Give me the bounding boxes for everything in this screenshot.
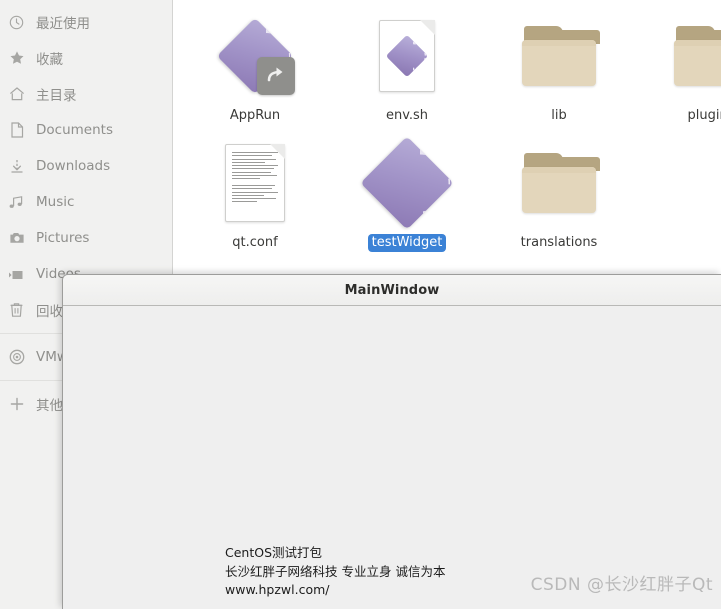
camera-icon [8, 230, 25, 247]
sidebar-item-label: Documents [36, 122, 113, 138]
main-window[interactable]: MainWindow CentOS测试打包 长沙红胖子网络科技 专业立身 诚信为… [62, 274, 721, 609]
sidebar-item-label: Downloads [36, 158, 111, 174]
env-sh-icon [331, 8, 483, 104]
content-line: www.hpzwl.com/ [225, 582, 330, 597]
page-fold [420, 20, 435, 35]
apprun-icon [179, 8, 331, 104]
window-titlebar[interactable]: MainWindow [63, 275, 721, 306]
home-icon [8, 86, 25, 103]
gear-glyph [412, 36, 427, 76]
text-lines [232, 152, 278, 214]
window-title: MainWindow [344, 282, 440, 298]
folder-icon [483, 8, 635, 104]
file-item-label: env.sh [385, 108, 429, 123]
document-icon [8, 122, 25, 139]
sidebar-item-pictures[interactable]: Pictures [0, 220, 172, 256]
sidebar-item-recent[interactable]: 最近使用 [0, 4, 172, 40]
download-icon [8, 158, 25, 175]
file-item-label: testWidget [367, 234, 447, 252]
file-item-plugins[interactable]: plugins [635, 8, 721, 125]
clock-icon [8, 14, 25, 31]
file-item-env-sh[interactable]: env.sh [331, 8, 483, 125]
sidebar-item-music[interactable]: Music [0, 184, 172, 220]
content-line: CentOS测试打包 [225, 545, 323, 560]
folder-icon [483, 135, 635, 231]
file-item-testwidget[interactable]: testWidget [331, 135, 483, 252]
symlink-badge-icon [257, 57, 295, 95]
sidebar-item-downloads[interactable]: Downloads [0, 148, 172, 184]
file-item-apprun[interactable]: AppRun [179, 8, 331, 125]
music-icon [8, 194, 25, 211]
plus-icon [8, 396, 25, 413]
file-item-label: translations [520, 235, 598, 250]
gear-glyph [419, 141, 450, 225]
file-item-lib[interactable]: lib [483, 8, 635, 125]
star-icon [8, 50, 25, 67]
file-item-label: plugins [687, 108, 721, 123]
file-item-label: lib [551, 108, 567, 123]
sidebar-item-label: Pictures [36, 230, 90, 246]
sidebar-item-label: 收藏 [36, 52, 63, 68]
sidebar-item-home[interactable]: 主目录 [0, 76, 172, 112]
file-item-qt-conf[interactable]: qt.conf [179, 135, 331, 252]
file-item-translations[interactable]: translations [483, 135, 635, 252]
disc-icon [8, 349, 25, 366]
file-item-label: AppRun [229, 108, 281, 123]
file-item-label: qt.conf [232, 235, 278, 250]
csdn-watermark: CSDN @长沙红胖子Qt [530, 575, 713, 595]
sidebar-item-label: 最近使用 [36, 16, 90, 32]
sidebar-item-label: 主目录 [36, 88, 77, 104]
window-content-text: CentOS测试打包 长沙红胖子网络科技 专业立身 诚信为本 www.hpzwl… [225, 544, 445, 600]
testwidget-icon [331, 135, 483, 231]
content-line: 长沙红胖子网络科技 专业立身 诚信为本 [225, 563, 446, 579]
window-content-area: CentOS测试打包 长沙红胖子网络科技 专业立身 诚信为本 www.hpzwl… [63, 306, 721, 609]
trash-icon [8, 302, 25, 319]
video-icon [8, 266, 25, 283]
sidebar-item-favorites[interactable]: 收藏 [0, 40, 172, 76]
sidebar-item-label: Music [36, 194, 75, 210]
folder-icon [635, 8, 721, 104]
qt-conf-icon [179, 135, 331, 231]
sidebar-item-documents[interactable]: Documents [0, 112, 172, 148]
